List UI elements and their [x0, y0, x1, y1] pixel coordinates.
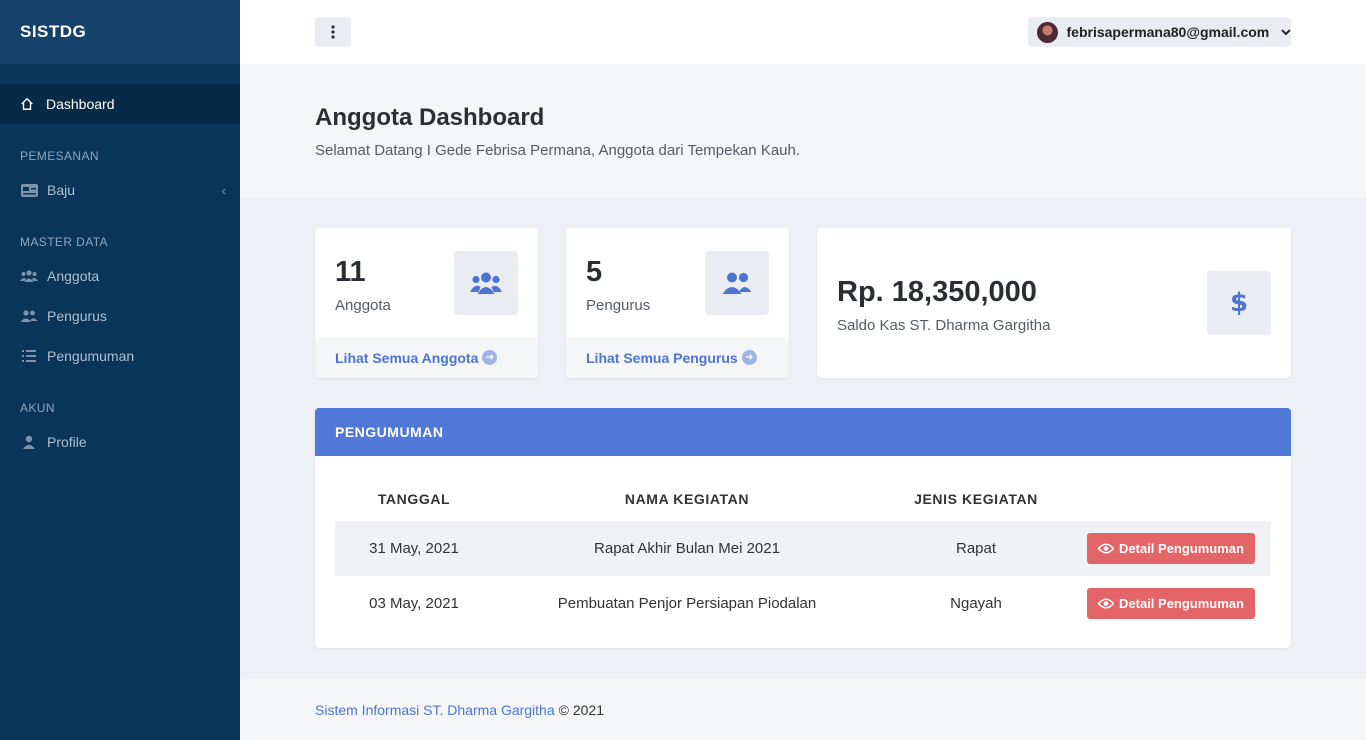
arrow-circle-right-icon: ➜ [482, 350, 498, 365]
page-header: Anggota Dashboard Selamat Datang I Gede … [240, 64, 1366, 198]
sidebar-item-label: Dashboard [46, 96, 115, 112]
pengurus-count: 5 [586, 256, 603, 288]
button-label: Detail Pengumuman [1119, 541, 1244, 556]
sidebar-item-pengurus[interactable]: Pengurus [0, 298, 240, 334]
detail-pengumuman-button[interactable]: Detail Pengumuman [1087, 588, 1255, 619]
pengumuman-panel: PENGUMUMAN TANGGAL NAMA KEGIATAN JENIS K… [315, 408, 1291, 648]
saldo-card: Rp. 18,350,000 Saldo Kas ST. Dharma Garg… [817, 228, 1291, 378]
saldo-value: Rp. 18,350,000 [837, 276, 1037, 308]
eye-icon [1098, 543, 1115, 554]
sidebar-item-label: Anggota [47, 268, 100, 284]
sidebar-item-label: Pengumuman [47, 348, 135, 364]
link-label: Lihat Semua Pengurus [586, 349, 738, 366]
page-title: Anggota Dashboard [315, 104, 545, 131]
pengurus-label: Pengurus [586, 297, 651, 314]
avatar [1037, 21, 1058, 43]
link-label: Lihat Semua Anggota [335, 349, 479, 366]
sidebar-item-dashboard[interactable]: Dashboard [0, 84, 240, 124]
column-header-nama-kegiatan: NAMA KEGIATAN [624, 491, 750, 507]
pengurus-card: 5 Pengurus Lihat Semua Pengurus ➜ [566, 228, 789, 378]
sidebar-item-pengumuman[interactable]: Pengumuman [0, 338, 240, 374]
anggota-label: Anggota [335, 297, 391, 314]
chevron-down-icon [1281, 28, 1291, 35]
card-icon [20, 183, 38, 197]
sidebar-item-label: Pengurus [47, 308, 107, 324]
arrow-circle-right-icon: ➜ [741, 350, 757, 365]
section-heading-pemesanan: PEMESANAN [20, 149, 99, 163]
topbar: febrisapermana80@gmail.com [240, 0, 1366, 64]
sidebar-item-label: Baju [47, 182, 76, 198]
home-icon [21, 97, 33, 110]
table-row: 03 May, 2021 Pembuatan Penjor Persiapan … [335, 576, 1271, 631]
button-label: Detail Pengumuman [1119, 596, 1244, 611]
users-icon [454, 251, 518, 315]
section-heading-akun: AKUN [20, 401, 55, 415]
detail-pengumuman-button[interactable]: Detail Pengumuman [1087, 533, 1255, 564]
cell-nama-kegiatan: Rapat Akhir Bulan Mei 2021 [594, 540, 780, 557]
user-pair-icon [705, 251, 769, 315]
sidebar: SISTDG Dashboard PEMESANAN Baju ‹ MASTER… [0, 0, 240, 740]
user-pair-icon [20, 309, 38, 323]
sidebar-item-label: Profile [47, 434, 87, 450]
cell-nama-kegiatan: Pembuatan Penjor Persiapan Piodalan [557, 595, 817, 612]
footer-copyright: © 2021 [558, 701, 604, 718]
chevron-left-icon: ‹ [221, 182, 226, 198]
cell-tanggal: 31 May, 2021 [369, 540, 459, 557]
footer-link[interactable]: Sistem Informasi ST. Dharma Gargitha [315, 702, 555, 718]
cell-jenis-kegiatan: Ngayah [950, 595, 1002, 612]
users-icon [20, 269, 38, 283]
lihat-semua-pengurus-link[interactable]: Lihat Semua Pengurus ➜ [566, 337, 789, 378]
brand-logo[interactable]: SISTDG [0, 0, 240, 64]
user-icon [20, 435, 38, 449]
page-subtitle: Selamat Datang I Gede Febrisa Permana, A… [315, 142, 801, 159]
sidebar-item-baju[interactable]: Baju ‹ [0, 172, 240, 208]
lihat-semua-anggota-link[interactable]: Lihat Semua Anggota ➜ [315, 337, 538, 378]
list-icon [20, 349, 38, 363]
table-row: 31 May, 2021 Rapat Akhir Bulan Mei 2021 … [335, 521, 1271, 576]
dollar-icon: $ [1207, 271, 1271, 335]
sidebar-toggle-button[interactable] [315, 17, 351, 47]
column-header-jenis-kegiatan: JENIS KEGIATAN [914, 491, 1038, 507]
saldo-label: Saldo Kas ST. Dharma Gargitha [837, 317, 1051, 334]
kebab-icon [331, 25, 335, 39]
eye-icon [1098, 598, 1115, 609]
column-header-tanggal: TANGGAL [377, 491, 451, 507]
sidebar-item-anggota[interactable]: Anggota [0, 258, 240, 294]
panel-title: PENGUMUMAN [315, 408, 1291, 456]
cell-jenis-kegiatan: Rapat [955, 540, 997, 557]
section-heading-master-data: MASTER DATA [20, 235, 108, 249]
user-email: febrisapermana80@gmail.com [1066, 24, 1270, 40]
anggota-card: 11 Anggota Lihat Semua Anggota ➜ [315, 228, 538, 378]
user-dropdown[interactable]: febrisapermana80@gmail.com [1028, 17, 1291, 47]
footer: Sistem Informasi ST. Dharma Gargitha © 2… [240, 679, 1366, 740]
cell-tanggal: 03 May, 2021 [369, 595, 459, 612]
anggota-count: 11 [335, 256, 366, 288]
sidebar-item-profile[interactable]: Profile [0, 424, 240, 460]
